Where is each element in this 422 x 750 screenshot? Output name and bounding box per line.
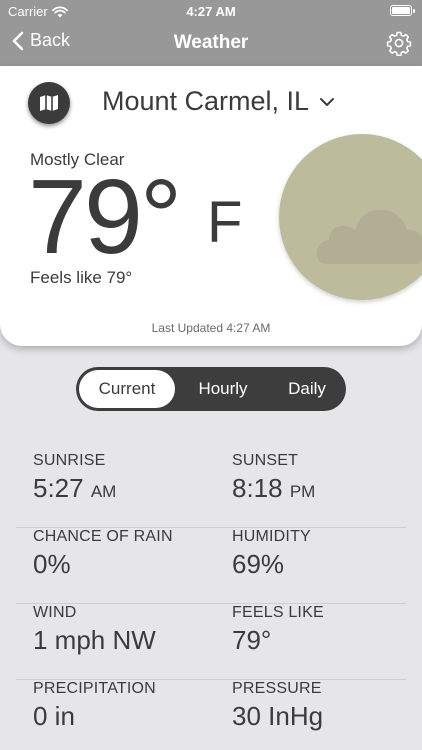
chance-of-rain-label: CHANCE OF RAIN xyxy=(33,528,173,545)
feels-like-label: FEELS LIKE xyxy=(232,604,324,621)
sunrise-detail: SUNRISE 5:27 AM xyxy=(33,452,116,504)
location-selector[interactable]: Mount Carmel, IL xyxy=(102,86,335,117)
sunset-detail: SUNSET 8:18 PM xyxy=(232,452,315,504)
detail-row: WIND 1 mph NW FEELS LIKE 79° xyxy=(16,604,406,680)
tab-current[interactable]: Current xyxy=(79,370,175,408)
cloud-icon xyxy=(316,209,422,264)
wind-detail: WIND 1 mph NW xyxy=(33,604,156,656)
map-button[interactable] xyxy=(28,82,70,124)
humidity-label: HUMIDITY xyxy=(232,528,311,545)
battery-icon xyxy=(390,5,415,16)
sunrise-value-group: 5:27 AM xyxy=(33,473,116,504)
feels-like-value: 79° xyxy=(232,625,272,655)
temperature-value: 79° xyxy=(28,158,182,276)
pressure-label: PRESSURE xyxy=(232,680,322,697)
tab-daily[interactable]: Daily xyxy=(271,370,343,408)
location-name: Mount Carmel, IL xyxy=(102,86,310,116)
wind-label: WIND xyxy=(33,604,77,621)
sunrise-value: 5:27 xyxy=(33,473,84,503)
detail-row: PRECIPITATION 0 in PRESSURE 30 InHg xyxy=(16,680,406,750)
navigation-bar: Back Weather xyxy=(0,24,422,64)
chevron-down-icon xyxy=(320,97,335,106)
pressure-value: 30 InHg xyxy=(232,701,324,731)
feels-like: Feels like 79° xyxy=(30,268,133,287)
wind-value: 1 mph NW xyxy=(33,625,156,655)
page-title: Weather xyxy=(173,32,249,53)
forecast-tabs: Current Hourly Daily xyxy=(76,367,346,411)
sunset-value-group: 8:18 PM xyxy=(232,473,315,504)
sunset-value: 8:18 xyxy=(232,473,283,503)
humidity-value: 69% xyxy=(232,549,285,579)
map-icon xyxy=(40,95,58,111)
temperature-unit: F xyxy=(207,190,243,255)
feels-like-detail: FEELS LIKE 79° xyxy=(232,604,324,656)
status-time: 4:27 AM xyxy=(186,4,236,19)
chance-of-rain-detail: CHANCE OF RAIN 0% xyxy=(33,528,173,580)
sunrise-unit: AM xyxy=(90,482,117,501)
weather-graphic xyxy=(279,134,422,300)
humidity-detail: HUMIDITY 69% xyxy=(232,528,311,580)
sunrise-label: SUNRISE xyxy=(33,452,106,469)
last-updated: Last Updated 4:27 AM xyxy=(151,321,271,335)
sunset-label: SUNSET xyxy=(232,452,299,469)
gear-icon[interactable] xyxy=(386,30,412,56)
tab-hourly[interactable]: Hourly xyxy=(175,370,271,408)
precipitation-value: 0 in xyxy=(33,701,75,731)
current-weather-card: Mount Carmel, IL Mostly Clear 79° F Feel… xyxy=(0,66,422,346)
pressure-detail: PRESSURE 30 InHg xyxy=(232,680,323,732)
top-bar: Carrier 4:27 AM Back Weather xyxy=(0,0,422,66)
detail-row: SUNRISE 5:27 AM SUNSET 8:18 PM xyxy=(16,452,406,528)
precipitation-detail: PRECIPITATION 0 in xyxy=(33,680,156,732)
status-bar: Carrier 4:27 AM xyxy=(0,0,422,22)
sunset-unit: PM xyxy=(289,482,316,501)
chance-of-rain-value: 0% xyxy=(33,549,71,579)
precipitation-label: PRECIPITATION xyxy=(33,680,156,697)
detail-row: CHANCE OF RAIN 0% HUMIDITY 69% xyxy=(16,528,406,604)
